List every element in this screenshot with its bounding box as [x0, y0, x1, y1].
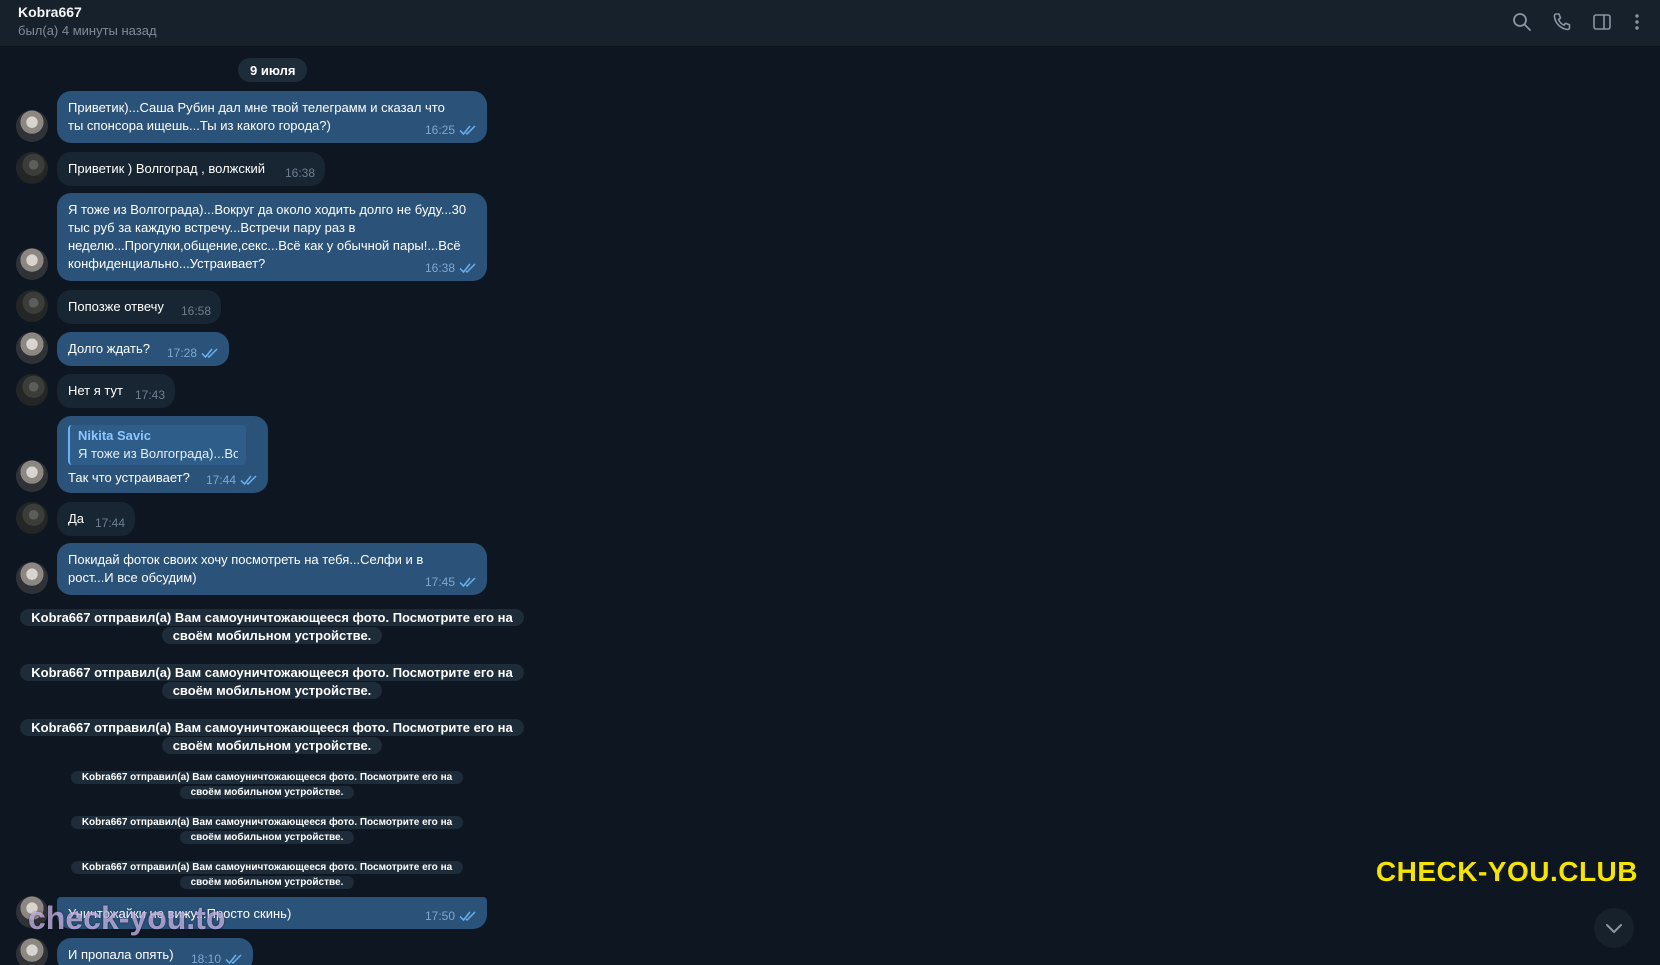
watermark-top: CHECK-YOU.CLUB [1375, 856, 1638, 887]
message-meta: 17:50 [425, 907, 477, 925]
message-text: Покидай фоток своих хочу посмотреть на т… [68, 552, 424, 585]
sidebar-toggle-icon[interactable] [1590, 10, 1614, 34]
message-time: 16:38 [424, 261, 455, 275]
message-meta: 16:25 [425, 121, 477, 139]
service-line: Kobra667 отправил(а) Вам самоуничтожающе… [70, 861, 464, 874]
double-check-icon [225, 954, 242, 965]
avatar[interactable] [16, 460, 48, 492]
message-meta: 18:10 [191, 950, 243, 965]
more-vertical-icon[interactable] [1625, 10, 1649, 34]
message-text: Приветик)...Саша Рубин дал мне твой теле… [68, 100, 445, 133]
service-line: своём мобильном устройстве. [179, 876, 355, 889]
message-meta: 17:45 [425, 573, 477, 591]
contact-name[interactable]: Kobra667 [18, 4, 82, 20]
message-bubble[interactable]: Нет я тут 17:43 [57, 374, 175, 408]
message-bubble[interactable]: Я тоже из Волгограда)...Вокруг да около … [57, 193, 487, 281]
message-bubble[interactable]: Приветик ) Волгоград , волжский 16:38 [57, 152, 325, 186]
message-bubble[interactable]: Да 17:44 [57, 502, 135, 536]
message-meta: 17:28 [167, 344, 219, 362]
service-line: Kobra667 отправил(а) Вам самоуничтожающе… [20, 719, 524, 736]
avatar[interactable] [16, 502, 48, 534]
phone-icon[interactable] [1550, 10, 1574, 34]
double-check-icon [201, 348, 218, 359]
avatar[interactable] [16, 110, 48, 142]
reply-text: Я тоже из Волгограда)...Во... [78, 446, 238, 461]
message-time: 16:25 [424, 123, 455, 137]
service-message: Kobra667 отправил(а) Вам самоуничтожающе… [57, 815, 477, 845]
message-bubble[interactable]: Приветик)...Саша Рубин дал мне твой теле… [57, 91, 487, 143]
service-line: Kobra667 отправил(а) Вам самоуничтожающе… [20, 609, 524, 626]
message-text: Приветик ) Волгоград , волжский [68, 161, 266, 176]
message-meta: 17:44 [95, 514, 125, 532]
reply-author: Nikita Savic [78, 428, 151, 443]
message-time: 17:28 [166, 346, 197, 360]
service-line: своём мобильном устройстве. [161, 627, 383, 644]
message-bubble[interactable]: Nikita Savic Я тоже из Волгограда)...Во.… [57, 416, 268, 493]
service-line: своём мобильном устройстве. [161, 682, 383, 699]
avatar[interactable] [16, 332, 48, 364]
double-check-icon [459, 263, 476, 274]
message-time: 17:45 [424, 575, 455, 589]
message-time: 17:44 [94, 516, 125, 530]
avatar[interactable] [16, 562, 48, 594]
reply-quote[interactable]: Nikita Savic Я тоже из Волгограда)...Во.… [68, 425, 246, 465]
avatar[interactable] [16, 374, 48, 406]
message-time: 17:44 [205, 473, 236, 487]
double-check-icon [459, 125, 476, 136]
service-message: Kobra667 отправил(а) Вам самоуничтожающе… [57, 770, 477, 800]
chevron-down-icon [1606, 924, 1622, 933]
search-icon[interactable] [1510, 10, 1534, 34]
chat-header: Kobra667 был(а) 4 минуты назад [0, 0, 1660, 47]
message-time: 18:10 [190, 952, 221, 965]
date-separator: 9 июля [238, 58, 308, 82]
double-check-icon [459, 911, 476, 922]
message-bubble[interactable]: Долго ждать? 17:28 [57, 332, 229, 366]
message-bubble[interactable]: И пропала опять) 18:10 [57, 938, 253, 965]
message-bubble[interactable]: Покидай фоток своих хочу посмотреть на т… [57, 543, 487, 595]
message-meta: 17:43 [135, 386, 165, 404]
service-line: своём мобильном устройстве. [179, 831, 355, 844]
avatar[interactable] [16, 938, 48, 965]
double-check-icon [240, 475, 257, 486]
message-bubble[interactable]: Попозже отвечу 16:58 [57, 290, 221, 324]
avatar[interactable] [16, 248, 48, 280]
service-line: Kobra667 отправил(а) Вам самоуничтожающе… [20, 664, 524, 681]
service-message: Kobra667 отправил(а) Вам самоуничтожающе… [57, 860, 477, 890]
message-text: Я тоже из Волгограда)...Вокруг да около … [68, 202, 467, 271]
avatar[interactable] [16, 290, 48, 322]
service-line: Kobra667 отправил(а) Вам самоуничтожающе… [70, 771, 464, 784]
watermark-bottom: check-you.to [28, 900, 226, 936]
last-seen-status: был(а) 4 минуты назад [18, 23, 157, 38]
message-time: 17:50 [424, 909, 455, 923]
message-meta: 16:38 [425, 259, 477, 277]
service-line: Kobra667 отправил(а) Вам самоуничтожающе… [70, 816, 464, 829]
message-time: 16:58 [180, 304, 211, 318]
service-message: Kobra667 отправил(а) Вам самоуничтожающе… [16, 609, 528, 645]
message-meta: 16:38 [285, 164, 315, 182]
message-time: 17:43 [134, 388, 165, 402]
service-message: Kobra667 отправил(а) Вам самоуничтожающе… [16, 664, 528, 700]
service-message: Kobra667 отправил(а) Вам самоуничтожающе… [16, 719, 528, 755]
service-line: своём мобильном устройстве. [161, 737, 383, 754]
avatar[interactable] [16, 152, 48, 184]
message-meta: 17:44 [206, 471, 258, 489]
service-line: своём мобильном устройстве. [179, 786, 355, 799]
double-check-icon [459, 577, 476, 588]
message-meta: 16:58 [181, 302, 211, 320]
scroll-down-button[interactable] [1594, 908, 1634, 948]
message-time: 16:38 [284, 166, 315, 180]
